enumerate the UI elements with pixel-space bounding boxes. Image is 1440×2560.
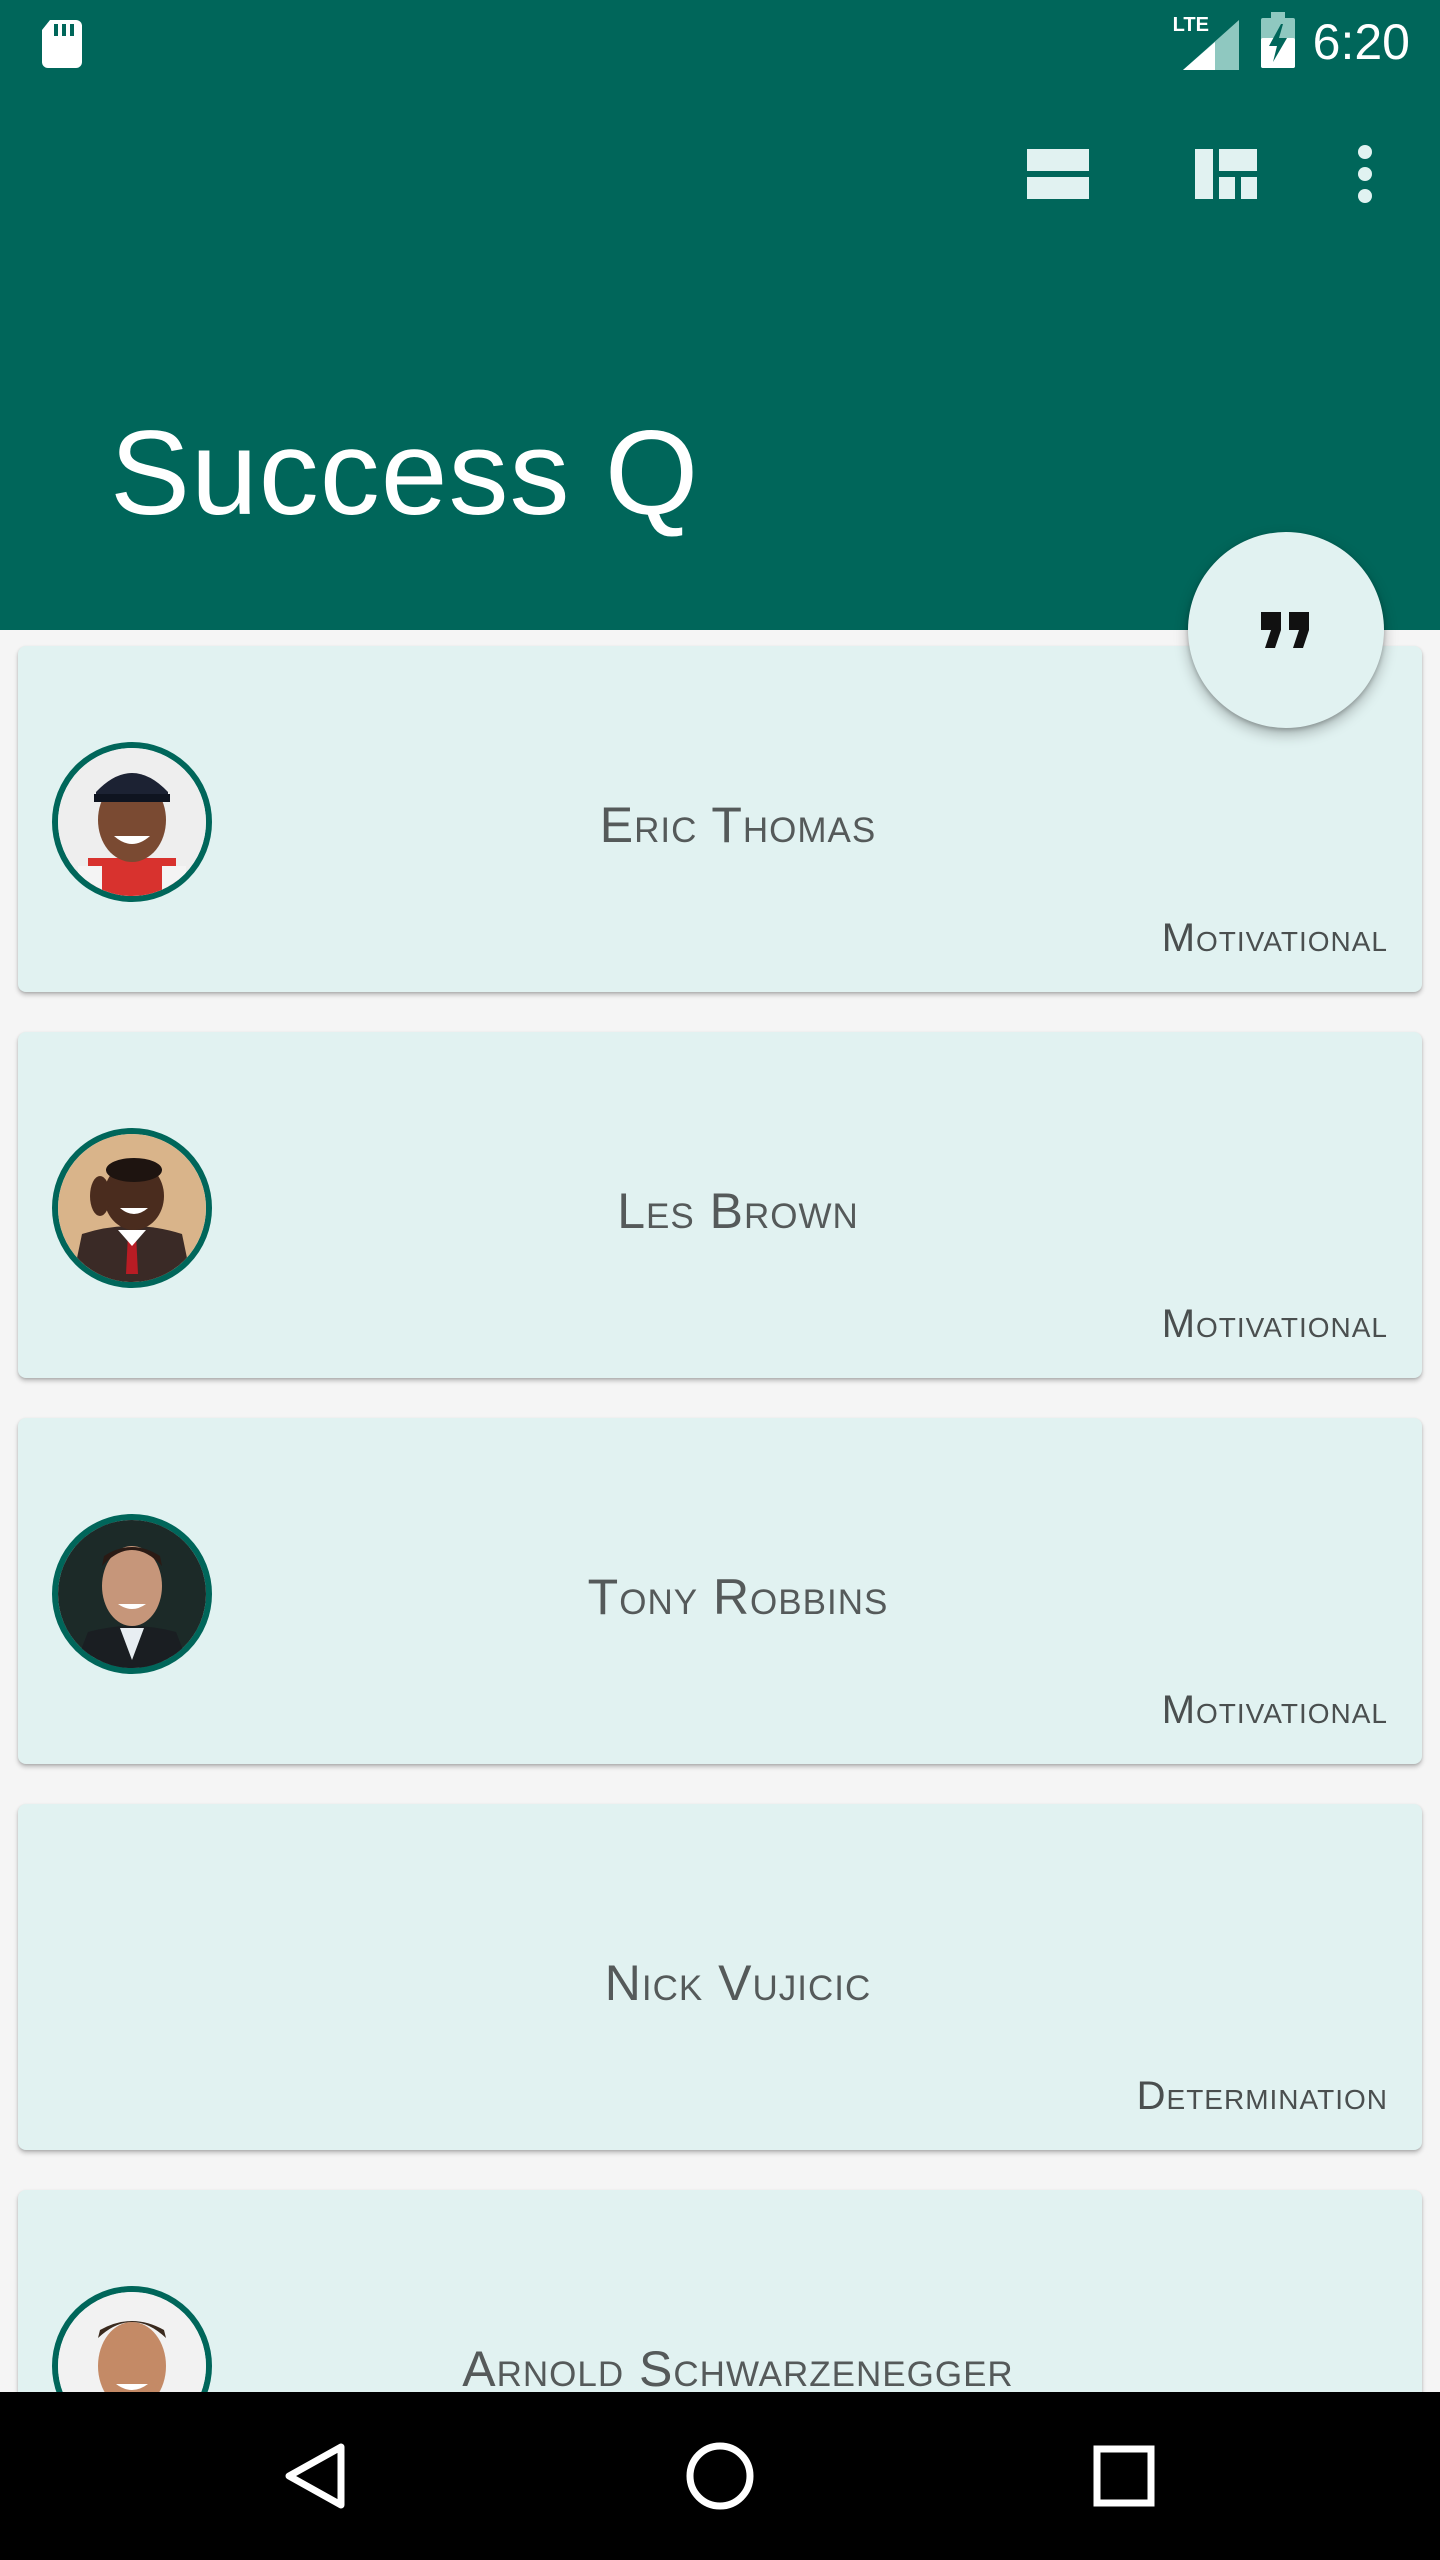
list-item-tony-robbins[interactable]: Tony Robbins Motivational — [18, 1418, 1422, 1764]
app-screen: LTE 6:20 Success Q Eric Thomas Motivatio… — [0, 0, 1440, 2560]
person-name: Arnold Schwarzenegger — [462, 2341, 1014, 2397]
person-name: Eric Thomas — [599, 797, 877, 853]
person-name: Les Brown — [617, 1183, 859, 1239]
app-bar: Success Q — [0, 84, 1440, 630]
category-label: Motivational — [1161, 1688, 1388, 1732]
back-button[interactable] — [268, 2428, 364, 2524]
quote-icon — [1261, 612, 1309, 648]
person-name: Nick Vujicic — [604, 1955, 872, 2011]
recents-button[interactable] — [1076, 2428, 1172, 2524]
home-button[interactable] — [672, 2428, 768, 2524]
toolbar-actions — [974, 126, 1420, 222]
grid-view-button[interactable] — [1142, 126, 1310, 222]
more-options-icon — [1358, 145, 1372, 203]
person-name: Tony Robbins — [587, 1569, 889, 1625]
recents-icon — [1093, 2445, 1155, 2507]
category-label: Motivational — [1161, 916, 1388, 960]
lte-signal-icon: LTE — [1173, 14, 1243, 70]
quote-fab-button[interactable] — [1188, 532, 1384, 728]
category-label: Determination — [1136, 2074, 1388, 2118]
app-title: Success Q — [110, 406, 700, 540]
battery-charging-icon — [1260, 11, 1295, 73]
list-item-eric-thomas[interactable]: Eric Thomas Motivational — [18, 646, 1422, 992]
grid-view-icon — [1195, 149, 1257, 199]
home-icon — [686, 2442, 754, 2510]
list-item-les-brown[interactable]: Les Brown Motivational — [18, 1032, 1422, 1378]
list-view-button[interactable] — [974, 126, 1142, 222]
list-item-nick-vujicic[interactable]: Nick Vujicic Determination — [18, 1804, 1422, 2150]
back-icon — [285, 2443, 345, 2509]
status-time: 6:20 — [1312, 14, 1410, 70]
navigation-bar — [0, 2392, 1440, 2560]
sd-card-icon — [40, 18, 84, 73]
more-options-button[interactable] — [1310, 126, 1420, 222]
list-view-icon — [1027, 149, 1089, 199]
status-bar: LTE 6:20 — [0, 0, 1440, 84]
category-label: Motivational — [1161, 1302, 1388, 1346]
